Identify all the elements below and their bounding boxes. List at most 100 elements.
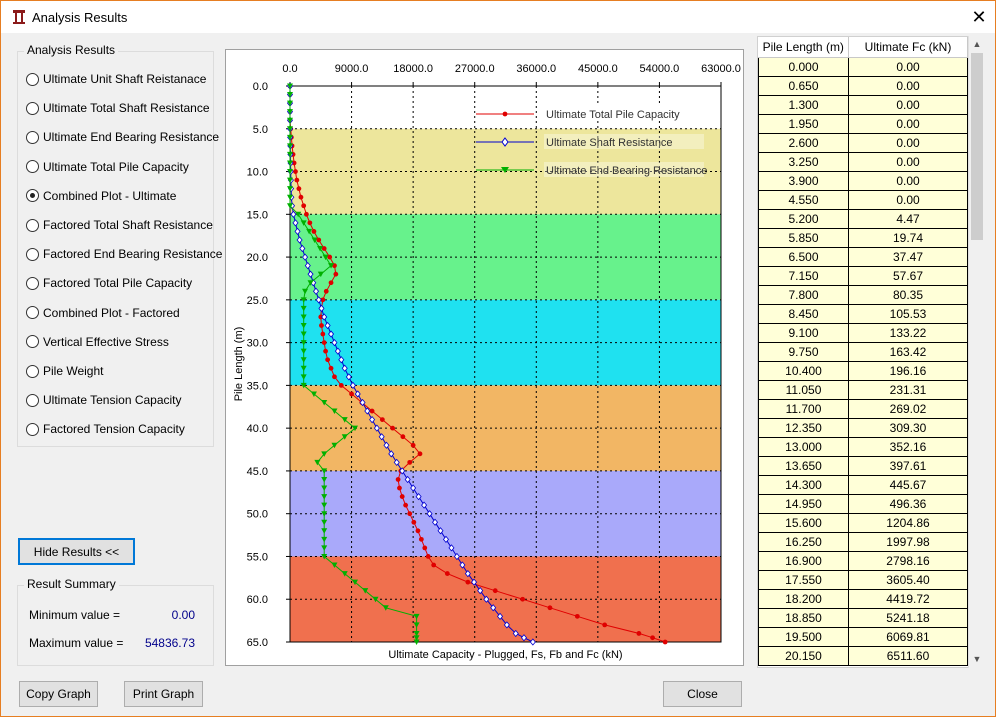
ultimate-fc-cell[interactable]: 269.02 [848, 398, 968, 419]
pile-length-cell[interactable]: 3.900 [758, 170, 849, 191]
radio-option[interactable]: Ultimate Total Shaft Resistance [26, 99, 210, 117]
radio-option[interactable]: Vertical Effective Stress [26, 333, 169, 351]
radio-option[interactable]: Ultimate Tension Capacity [26, 391, 182, 409]
radio-button-icon[interactable] [26, 160, 39, 174]
table-row[interactable]: 3.250 0.00 [758, 151, 968, 172]
ultimate-fc-cell[interactable]: 57.67 [848, 265, 968, 286]
pile-length-cell[interactable]: 19.500 [758, 626, 849, 647]
ultimate-fc-cell[interactable]: 80.35 [848, 284, 968, 305]
radio-button-icon[interactable] [26, 247, 39, 261]
pile-length-cell[interactable]: 4.550 [758, 189, 849, 210]
ultimate-fc-cell[interactable]: 37.47 [848, 246, 968, 267]
ultimate-fc-cell[interactable]: 0.00 [848, 94, 968, 115]
table-row[interactable]: 9.750 163.42 [758, 341, 968, 362]
ultimate-fc-cell[interactable]: 133.22 [848, 322, 968, 343]
table-row[interactable]: 18.200 4419.72 [758, 588, 968, 609]
radio-option[interactable]: Pile Weight [26, 362, 103, 380]
table-row[interactable]: 15.600 1204.86 [758, 512, 968, 533]
table-row[interactable]: 5.200 4.47 [758, 208, 968, 229]
table-row[interactable]: 0.000 0.00 [758, 56, 968, 77]
pile-length-cell[interactable]: 18.200 [758, 588, 849, 609]
ultimate-fc-cell[interactable]: 0.00 [848, 132, 968, 153]
ultimate-fc-cell[interactable]: 0.00 [848, 189, 968, 210]
close-icon[interactable]: ✕ [967, 5, 991, 29]
ultimate-fc-cell[interactable]: 6069.81 [848, 626, 968, 647]
radio-option[interactable]: Factored Total Pile Capacity [26, 274, 192, 292]
pile-length-cell[interactable]: 9.100 [758, 322, 849, 343]
radio-button-icon[interactable] [26, 72, 39, 86]
table-row[interactable]: 4.550 0.00 [758, 189, 968, 210]
pile-length-cell[interactable]: 11.700 [758, 398, 849, 419]
ultimate-fc-cell[interactable]: 4.47 [848, 208, 968, 229]
pile-length-cell[interactable]: 2.600 [758, 132, 849, 153]
radio-button-icon[interactable] [26, 101, 39, 115]
ultimate-fc-cell[interactable]: 196.16 [848, 360, 968, 381]
table-row[interactable]: 19.500 6069.81 [758, 626, 968, 647]
ultimate-fc-cell[interactable]: 231.31 [848, 379, 968, 400]
ultimate-fc-cell[interactable]: 496.36 [848, 493, 968, 514]
ultimate-fc-cell[interactable]: 6511.60 [848, 645, 968, 666]
pile-length-cell[interactable]: 12.350 [758, 417, 849, 438]
pile-length-cell[interactable]: 1.950 [758, 113, 849, 134]
radio-button-icon[interactable] [26, 130, 39, 144]
table-scrollbar[interactable]: ▲ ▼ [968, 36, 984, 668]
pile-length-cell[interactable]: 13.650 [758, 455, 849, 476]
pile-length-cell[interactable]: 15.600 [758, 512, 849, 533]
column-header-ultimate-fc[interactable]: Ultimate Fc (kN) [848, 37, 968, 58]
table-row[interactable]: 12.350 309.30 [758, 417, 968, 438]
radio-option[interactable]: Factored Tension Capacity [26, 420, 185, 438]
radio-option[interactable]: Combined Plot - Ultimate [26, 187, 176, 205]
ultimate-fc-cell[interactable]: 309.30 [848, 417, 968, 438]
pile-length-cell[interactable]: 0.000 [758, 56, 849, 77]
ultimate-fc-cell[interactable]: 0.00 [848, 170, 968, 191]
table-row[interactable]: 7.800 80.35 [758, 284, 968, 305]
table-row[interactable]: 9.100 133.22 [758, 322, 968, 343]
pile-length-cell[interactable]: 7.800 [758, 284, 849, 305]
table-row[interactable]: 2.600 0.00 [758, 132, 968, 153]
ultimate-fc-cell[interactable]: 0.00 [848, 151, 968, 172]
table-row[interactable]: 11.050 231.31 [758, 379, 968, 400]
table-row[interactable]: 14.300 445.67 [758, 474, 968, 495]
ultimate-fc-cell[interactable]: 397.61 [848, 455, 968, 476]
table-row[interactable]: 16.250 1997.98 [758, 531, 968, 552]
radio-option[interactable]: Factored End Bearing Resistance [26, 245, 222, 263]
table-row[interactable]: 3.900 0.00 [758, 170, 968, 191]
radio-button-icon[interactable] [26, 276, 39, 290]
radio-option[interactable]: Ultimate End Bearing Resistance [26, 128, 219, 146]
pile-length-cell[interactable]: 14.300 [758, 474, 849, 495]
close-button[interactable]: Close [663, 681, 742, 707]
table-row[interactable]: 5.850 19.74 [758, 227, 968, 248]
copy-graph-button[interactable]: Copy Graph [19, 681, 98, 707]
radio-option[interactable]: Ultimate Unit Shaft Reistanace [26, 70, 206, 88]
table-row[interactable]: 10.400 196.16 [758, 360, 968, 381]
table-row[interactable]: 13.650 397.61 [758, 455, 968, 476]
pile-length-cell[interactable]: 3.250 [758, 151, 849, 172]
radio-button-icon[interactable] [26, 335, 39, 349]
radio-button-icon[interactable] [26, 393, 39, 407]
print-graph-button[interactable]: Print Graph [124, 681, 203, 707]
radio-button-icon[interactable] [26, 189, 39, 203]
pile-length-cell[interactable]: 7.150 [758, 265, 849, 286]
ultimate-fc-cell[interactable]: 3605.40 [848, 569, 968, 590]
table-row[interactable]: 16.900 2798.16 [758, 550, 968, 571]
pile-length-cell[interactable]: 13.000 [758, 436, 849, 457]
pile-length-cell[interactable]: 17.550 [758, 569, 849, 590]
table-row[interactable]: 0.650 0.00 [758, 75, 968, 96]
ultimate-fc-cell[interactable]: 19.74 [848, 227, 968, 248]
pile-length-cell[interactable]: 16.250 [758, 531, 849, 552]
pile-length-cell[interactable]: 1.300 [758, 94, 849, 115]
ultimate-fc-cell[interactable]: 1997.98 [848, 531, 968, 552]
pile-length-cell[interactable]: 14.950 [758, 493, 849, 514]
radio-button-icon[interactable] [26, 364, 39, 378]
ultimate-fc-cell[interactable]: 1204.86 [848, 512, 968, 533]
ultimate-fc-cell[interactable]: 352.16 [848, 436, 968, 457]
table-row[interactable]: 18.850 5241.18 [758, 607, 968, 628]
table-row[interactable]: 7.150 57.67 [758, 265, 968, 286]
radio-option[interactable]: Ultimate Total Pile Capacity [26, 158, 189, 176]
radio-button-icon[interactable] [26, 422, 39, 436]
table-row[interactable]: 1.950 0.00 [758, 113, 968, 134]
pile-length-cell[interactable]: 0.650 [758, 75, 849, 96]
table-row[interactable]: 8.450 105.53 [758, 303, 968, 324]
ultimate-fc-cell[interactable]: 163.42 [848, 341, 968, 362]
table-row[interactable]: 17.550 3605.40 [758, 569, 968, 590]
